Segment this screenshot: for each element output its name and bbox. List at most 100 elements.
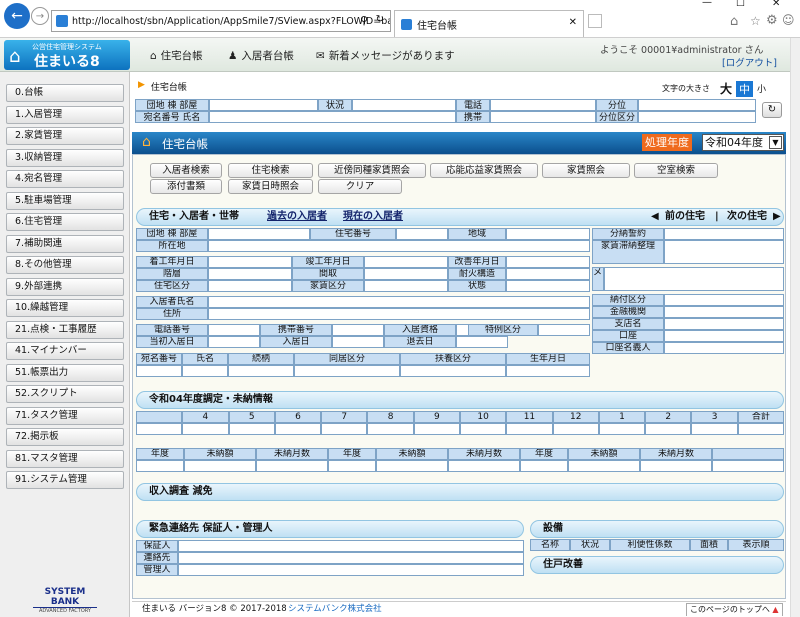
arrears-header: 未納額 [568,448,640,460]
sidebar-item[interactable]: 81.マスタ管理 [6,449,124,468]
next-house-link[interactable]: 次の住宅 [727,209,767,225]
sidebar-item[interactable]: 4.宛名管理 [6,170,124,188]
reload-button[interactable]: ↻ [762,102,782,118]
action-button[interactable]: 空室検索 [634,163,718,178]
sidebar-item[interactable]: 91.システム管理 [6,471,124,489]
text-size-medium-button[interactable]: 中 [736,80,754,97]
field-input[interactable] [664,330,784,342]
footer-company-link[interactable]: システムバンク株式会社 [288,602,382,617]
household-cell [228,365,294,377]
sidebar-item[interactable]: 52.スクリプト [6,385,124,403]
field-input[interactable] [506,228,590,240]
sidebar-item[interactable]: 8.その他管理 [6,256,124,274]
field-input[interactable] [364,268,448,280]
action-button[interactable]: 近傍同種家賃照会 [318,163,426,178]
field-input[interactable] [208,240,590,252]
field-input[interactable] [364,256,448,268]
month-header: 9 [413,411,460,423]
back-to-top-link[interactable]: このページのトップへ ▲ [686,603,783,616]
month-cell [413,423,460,435]
chevron-left-icon[interactable]: ◀ [651,209,659,225]
field-input[interactable] [538,324,590,336]
field-input[interactable] [208,256,292,268]
browser-tab[interactable]: 住宅台帳 ✕ [394,10,584,37]
field-input[interactable] [332,324,384,336]
sidebar-item[interactable]: 9.外部連携 [6,277,124,296]
field-input[interactable] [456,336,508,348]
minimize-icon[interactable]: — [702,0,712,8]
action-button[interactable]: 家賃照会 [542,163,630,178]
field-input[interactable] [364,280,448,292]
maximize-icon[interactable]: ☐ [736,0,745,9]
nav-jutaku-daicho[interactable]: ⌂ 住宅台帳 [150,48,203,63]
field-input[interactable] [208,308,590,320]
field-input[interactable] [506,256,590,268]
search-icon[interactable]: ⚲ [360,14,368,27]
sidebar-item[interactable]: 0.台帳 [6,84,124,102]
prev-house-link[interactable]: 前の住宅 [665,209,705,225]
sidebar-item[interactable]: 21.点検・工事履歴 [6,320,124,339]
field-input[interactable] [332,336,384,348]
field-input[interactable] [208,336,260,348]
field-input[interactable] [208,296,590,308]
field-input[interactable] [208,268,292,280]
field-input[interactable] [664,228,784,240]
sidebar-item[interactable]: 6.住宅管理 [6,213,124,231]
field-input[interactable] [604,267,784,291]
app-logo[interactable]: ⌂ 公営住宅管理システム 住まいる8 [4,40,130,70]
sidebar-item[interactable]: 71.タスク管理 [6,406,124,425]
field-input[interactable] [664,240,784,264]
field-input[interactable] [208,228,310,240]
field-input[interactable] [664,306,784,318]
sidebar-item[interactable]: 7.補助関連 [6,234,124,253]
forward-button[interactable]: → [31,7,49,25]
field-input[interactable] [396,228,448,240]
chevron-right-icon[interactable]: ▶ [773,209,781,225]
current-residents-link[interactable]: 現在の入居者 [343,209,403,225]
action-button[interactable]: 添付書類 [150,179,222,194]
action-button[interactable]: 住宅検索 [228,163,313,178]
field-input[interactable] [208,324,260,336]
action-button[interactable]: 家賃日時照会 [228,179,313,194]
star-icon[interactable]: ☆ [750,14,761,28]
emergency-input[interactable] [178,564,524,576]
text-size-small-button[interactable]: 小 [757,82,766,95]
nav-messages[interactable]: ✉ 新着メッセージがあります [316,48,455,63]
emergency-input[interactable] [178,552,524,564]
close-window-icon[interactable]: ✕ [772,0,780,9]
sidebar-item[interactable]: 3.収納管理 [6,148,124,167]
new-tab-button[interactable] [588,14,602,28]
vertical-scrollbar[interactable] [790,38,800,617]
arrears-cell [448,460,520,472]
action-button[interactable]: クリア [318,179,402,194]
past-residents-link[interactable]: 過去の入居者 [267,209,327,225]
sidebar-item[interactable]: 5.駐車場管理 [6,191,124,210]
logout-link[interactable]: [ログアウト] [722,55,777,69]
text-size-large-button[interactable]: 大 [720,80,732,97]
address-bar[interactable]: http://localhost/sbn/Application/AppSmil… [51,10,391,32]
refresh-icon[interactable]: ↻ [376,14,384,25]
field-label: 携帯番号 [260,324,332,336]
field-input[interactable] [664,342,784,354]
sidebar-item[interactable]: 2.家賃管理 [6,127,124,145]
sidebar-item[interactable]: 1.入居管理 [6,105,124,124]
action-button[interactable]: 応能応益家賃照会 [430,163,538,178]
nav-nyukyosha-daicho[interactable]: ♟ 入居者台帳 [228,48,294,63]
field-input[interactable] [506,280,590,292]
sidebar-item[interactable]: 72.掲示板 [6,428,124,446]
year-select[interactable]: 令和04年度 ▼ [702,134,784,151]
emergency-input[interactable] [178,540,524,552]
field-input[interactable] [506,268,590,280]
sidebar-item[interactable]: 51.帳票出力 [6,363,124,382]
back-button[interactable]: ← [4,3,30,29]
field-input[interactable] [664,318,784,330]
action-button[interactable]: 入居者検索 [150,163,222,178]
sidebar-item[interactable]: 41.マイナンバー [6,342,124,360]
home-icon[interactable]: ⌂ [730,14,738,29]
sidebar-item[interactable]: 10.繰越管理 [6,299,124,317]
field-input[interactable] [208,280,292,292]
close-tab-icon[interactable]: ✕ [569,17,577,28]
smiley-icon[interactable]: ☺ [782,13,795,27]
gear-icon[interactable]: ⚙ [766,13,778,28]
field-input[interactable] [664,294,784,306]
